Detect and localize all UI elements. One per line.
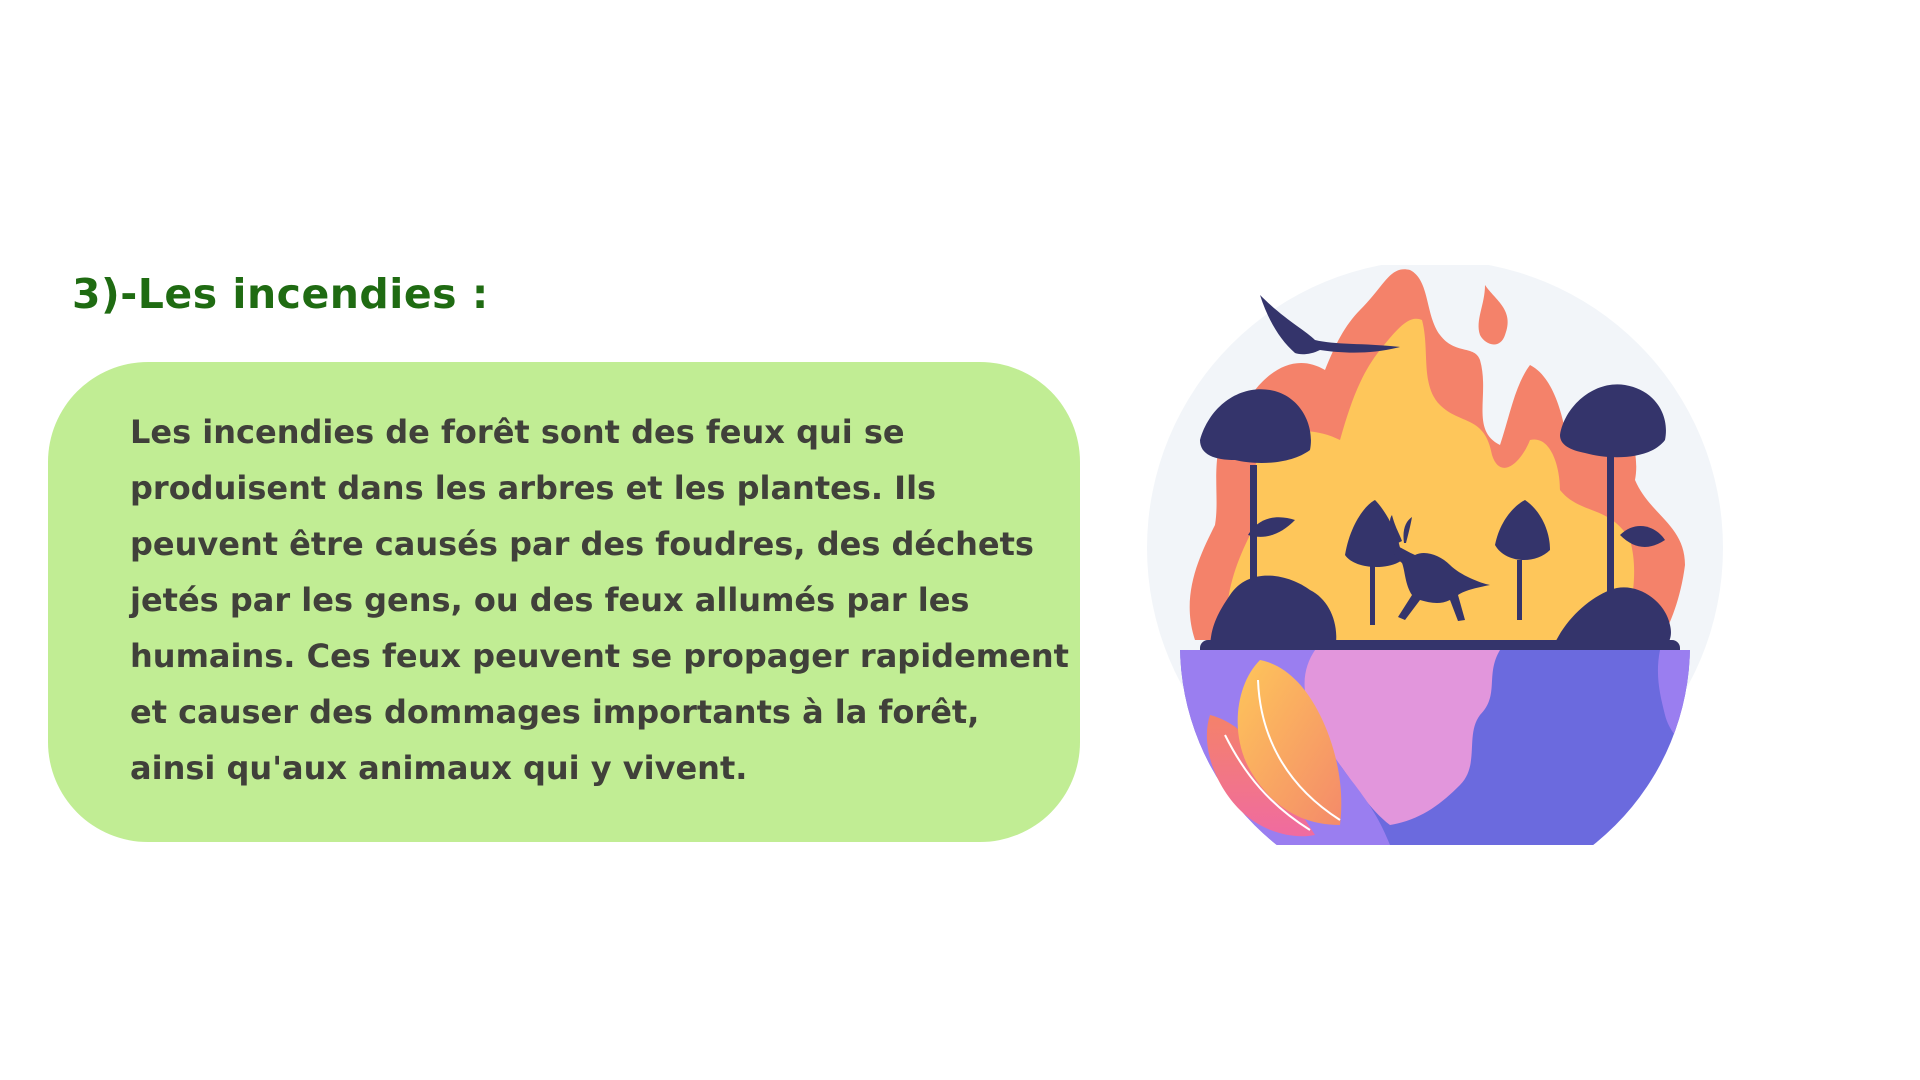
page-title: 3)-Les incendies : [72,270,489,318]
slide: 3)-Les incendies : Les incendies de forê… [0,0,1920,1080]
text-card: Les incendies de forêt sont des feux qui… [48,362,1080,842]
body-text: Les incendies de forêt sont des feux qui… [130,413,1069,787]
burning-earth-icon [1147,265,1723,845]
